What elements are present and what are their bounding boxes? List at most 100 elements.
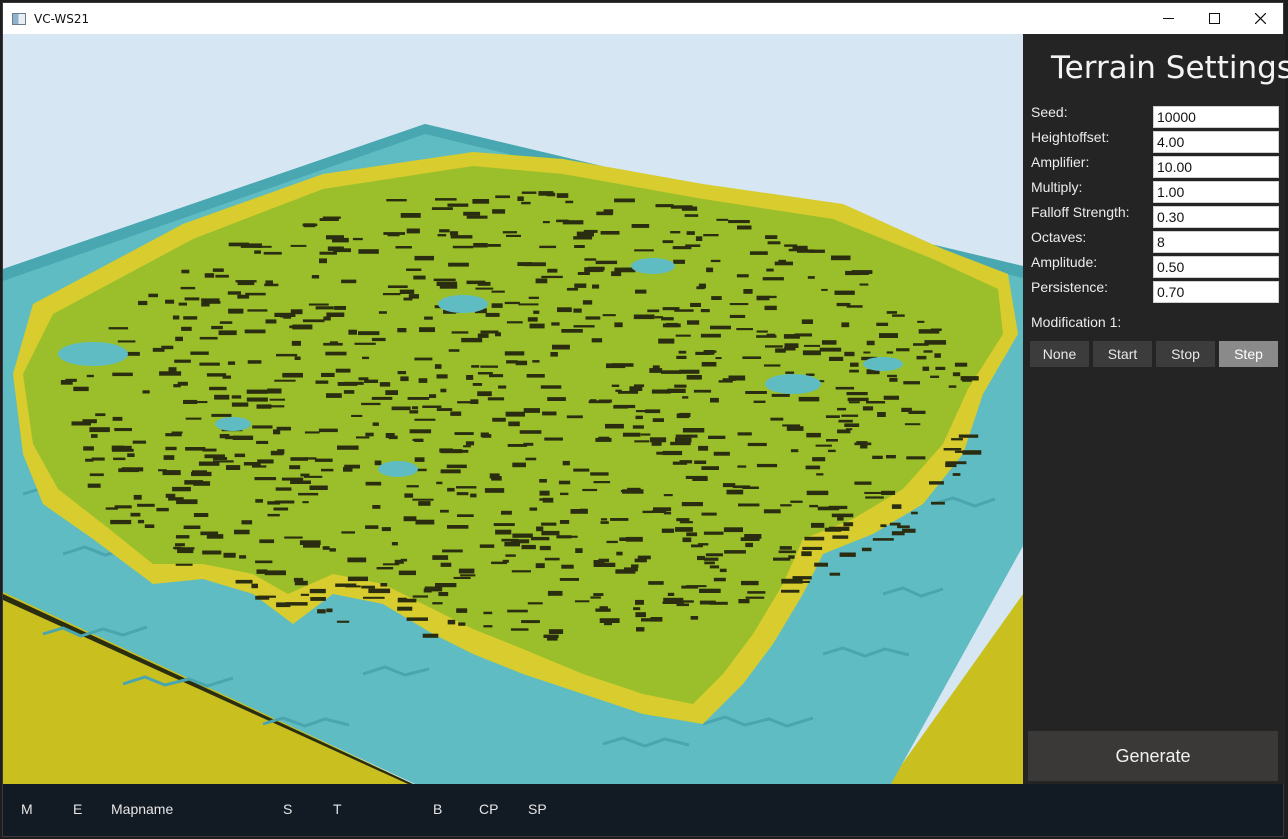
voxel-shadow: [622, 432, 641, 437]
maximize-button[interactable]: [1191, 3, 1237, 34]
voxel-shadow: [450, 231, 459, 236]
falloff-strength-input[interactable]: 0.30: [1153, 206, 1279, 228]
voxel-shadow: [472, 383, 483, 386]
voxel-shadow: [404, 493, 414, 498]
voxel-shadow: [861, 547, 872, 552]
voxel-shadow: [247, 360, 262, 364]
voxel-shadow: [697, 555, 706, 561]
mod-start-button[interactable]: Start: [1093, 341, 1152, 367]
voxel-shadow: [779, 546, 792, 550]
toolbar-item-t[interactable]: T: [333, 801, 342, 817]
toolbar-item-e[interactable]: E: [73, 801, 82, 817]
generate-button[interactable]: Generate: [1028, 731, 1278, 781]
voxel-shadow: [228, 242, 249, 247]
octaves-input[interactable]: 8: [1153, 231, 1279, 253]
voxel-shadow: [582, 488, 598, 492]
toolbar-item-sp[interactable]: SP: [528, 801, 547, 817]
voxel-shadow: [661, 370, 681, 374]
voxel-shadow: [275, 487, 292, 491]
voxel-shadow: [334, 306, 346, 310]
mod-step-button[interactable]: Step: [1219, 341, 1278, 367]
persistence-input[interactable]: 0.70: [1153, 281, 1279, 303]
voxel-shadow: [265, 319, 277, 324]
voxel-shadow: [418, 378, 428, 383]
voxel-shadow: [770, 417, 784, 421]
voxel-shadow: [675, 434, 698, 438]
voxel-shadow: [634, 558, 647, 563]
multiply-input[interactable]: 1.00: [1153, 181, 1279, 203]
amplitude-input[interactable]: 0.50: [1153, 256, 1279, 278]
voxel-shadow: [631, 564, 639, 568]
voxel-shadow: [602, 314, 616, 317]
voxel-shadow: [183, 399, 198, 404]
voxel-shadow: [923, 350, 933, 353]
voxel-shadow: [539, 498, 552, 501]
voxel-shadow: [487, 244, 501, 247]
voxel-shadow: [844, 423, 860, 427]
voxel-shadow: [336, 620, 350, 623]
voxel-shadow: [906, 456, 926, 460]
voxel-shadow: [114, 428, 132, 432]
voxel-shadow: [634, 384, 645, 388]
voxel-shadow: [302, 319, 325, 323]
voxel-shadow: [784, 343, 799, 348]
voxel-shadow: [181, 269, 190, 274]
voxel-shadow: [110, 519, 132, 525]
voxel-shadow: [860, 444, 868, 449]
voxel-shadow: [505, 554, 516, 557]
voxel-shadow: [471, 365, 480, 368]
voxel-shadow: [175, 543, 185, 547]
voxel-shadow: [241, 520, 253, 525]
voxel-shadow: [679, 521, 693, 524]
voxel-shadow: [175, 336, 183, 342]
voxel-shadow: [406, 228, 420, 234]
voxel-shadow: [620, 490, 629, 493]
mod-stop-button[interactable]: Stop: [1156, 341, 1215, 367]
voxel-shadow: [470, 399, 479, 404]
voxel-shadow: [326, 393, 342, 398]
voxel-shadow: [225, 435, 238, 440]
minimize-button[interactable]: [1145, 3, 1191, 34]
voxel-shadow: [745, 542, 753, 548]
voxel-shadow: [315, 306, 334, 310]
terrain-3d-viewport[interactable]: [3, 34, 1023, 784]
close-button[interactable]: [1237, 3, 1283, 34]
heightoffset-input[interactable]: 4.00: [1153, 131, 1279, 153]
voxel-shadow: [883, 395, 899, 400]
toolbar-item-mapname[interactable]: Mapname: [111, 801, 173, 817]
voxel-shadow: [482, 434, 492, 438]
voxel-shadow: [742, 356, 762, 359]
voxel-shadow: [952, 372, 961, 377]
toolbar-item-s[interactable]: S: [283, 801, 292, 817]
voxel-shadow: [605, 423, 624, 429]
amplifier-input[interactable]: 10.00: [1153, 156, 1279, 178]
voxel-shadow: [256, 440, 269, 444]
voxel-shadow: [235, 280, 257, 283]
voxel-shadow: [491, 290, 505, 293]
seed-input[interactable]: 10000: [1153, 106, 1279, 128]
voxel-shadow: [802, 350, 821, 356]
voxel-shadow: [708, 350, 717, 353]
mod-none-button[interactable]: None: [1030, 341, 1089, 367]
voxel-shadow: [613, 404, 636, 409]
voxel-shadow: [245, 292, 266, 296]
voxel-shadow: [412, 498, 434, 501]
voxel-shadow: [550, 352, 558, 357]
toolbar-item-cp[interactable]: CP: [479, 801, 498, 817]
title-bar[interactable]: VC-WS21: [3, 3, 1283, 34]
toolbar-item-m[interactable]: M: [21, 801, 33, 817]
voxel-shadow: [403, 516, 417, 522]
voxel-shadow: [190, 351, 209, 355]
toolbar-item-b[interactable]: B: [433, 801, 442, 817]
lake: [631, 258, 675, 274]
voxel-shadow: [480, 365, 498, 368]
octaves-label: Octaves:: [1031, 229, 1087, 245]
voxel-shadow: [690, 616, 699, 620]
voxel-shadow: [675, 437, 692, 443]
voxel-shadow: [174, 359, 191, 363]
voxel-shadow: [670, 441, 691, 446]
voxel-shadow: [175, 535, 190, 539]
voxel-shadow: [591, 338, 603, 343]
voxel-shadow: [177, 381, 188, 386]
voxel-shadow: [821, 340, 837, 345]
